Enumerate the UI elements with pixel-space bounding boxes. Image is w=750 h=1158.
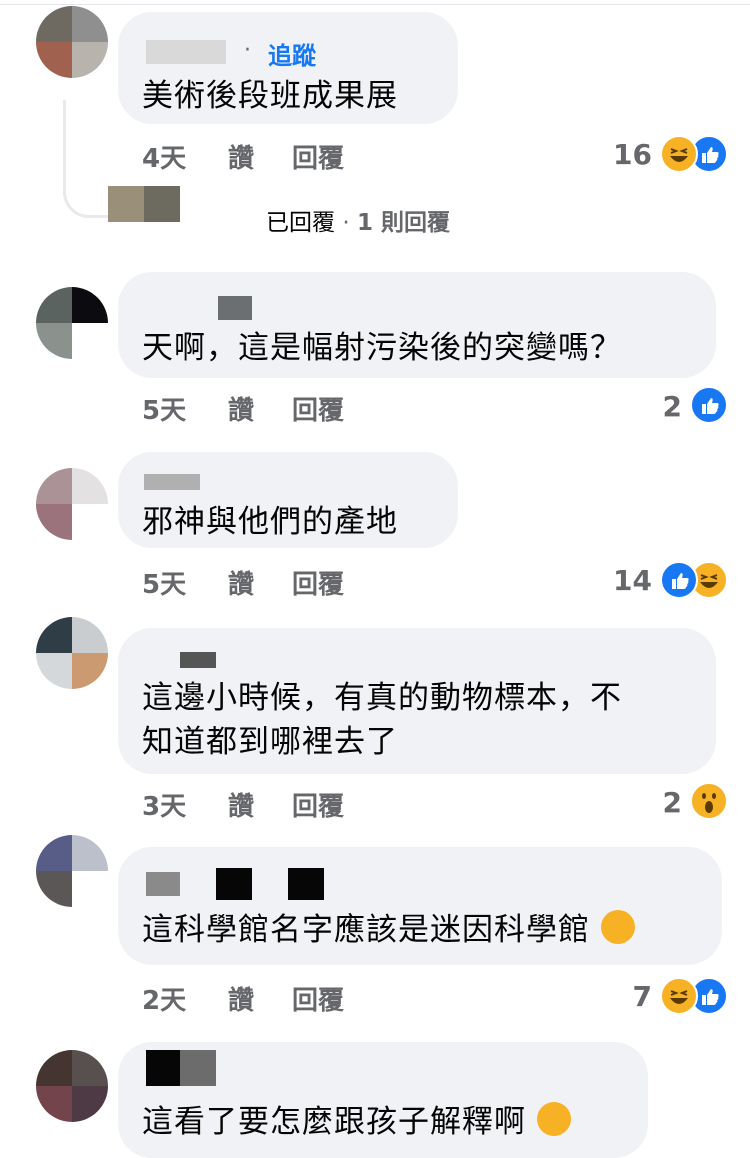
wow-icon	[690, 782, 728, 820]
author-name-redacted[interactable]	[180, 652, 216, 668]
author-name-redacted[interactable]	[146, 872, 180, 896]
reply-summary[interactable]: 已回覆 · 1 則回覆	[266, 203, 450, 237]
reply-button[interactable]: 回覆	[292, 980, 344, 1017]
comment-time[interactable]: 2天	[142, 980, 186, 1017]
reply-avatar[interactable]	[108, 186, 180, 222]
reply-count-label: 1 則回覆	[356, 210, 450, 236]
comment-time[interactable]: 5天	[142, 564, 186, 601]
haha-icon	[660, 135, 698, 173]
avatar[interactable]	[36, 287, 108, 359]
comment-time[interactable]: 5天	[142, 390, 186, 427]
haha-icon	[660, 977, 698, 1015]
reply-button[interactable]: 回覆	[292, 564, 344, 601]
comment-text: 邪神與他們的產地	[142, 504, 398, 540]
like-button[interactable]: 讚	[228, 138, 254, 175]
like-button[interactable]: 讚	[228, 786, 254, 823]
author-name-redacted[interactable]	[218, 296, 252, 320]
reply-button[interactable]: 回覆	[292, 138, 344, 175]
avatar[interactable]	[36, 468, 108, 540]
reply-button[interactable]: 回覆	[292, 786, 344, 823]
author-name-redacted[interactable]	[180, 1050, 216, 1086]
author-name-redacted[interactable]	[216, 868, 252, 900]
reaction-count[interactable]: 16	[600, 138, 652, 171]
comment-text: 天啊，這是幅射污染後的突變嗎？	[142, 330, 622, 366]
like-icon	[690, 386, 728, 424]
name-separator: ·	[244, 38, 251, 63]
comment-text-content: 這科學館名字應該是迷因科學館	[142, 912, 590, 948]
comment-text: 這看了要怎麼跟孩子解釋啊	[142, 1097, 576, 1144]
top-divider	[0, 4, 750, 5]
comment-time[interactable]: 3天	[142, 786, 186, 823]
reaction-count[interactable]: 2	[630, 390, 682, 423]
comment-text-line-1: 這邊小時候，有真的動物標本，不	[142, 680, 622, 716]
like-button[interactable]: 讚	[228, 390, 254, 427]
comment-text: 這科學館名字應該是迷因科學館	[142, 908, 635, 952]
comment-time[interactable]: 4天	[142, 138, 186, 175]
replied-label: 已回覆	[266, 210, 335, 236]
reaction-count[interactable]: 7	[600, 980, 652, 1013]
comment-text-line-2: 知道都到哪裡去了	[142, 724, 398, 760]
author-name-redacted[interactable]	[146, 40, 226, 64]
reaction-count[interactable]: 14	[600, 564, 652, 597]
author-name-redacted[interactable]	[144, 474, 200, 490]
avatar[interactable]	[36, 617, 108, 689]
author-name-redacted[interactable]	[146, 1050, 180, 1086]
author-name-redacted[interactable]	[288, 868, 324, 900]
cry-laugh-emoji	[600, 910, 635, 944]
comment-text: 美術後段班成果展	[142, 78, 398, 114]
avatar[interactable]	[36, 6, 108, 78]
like-button[interactable]: 讚	[228, 564, 254, 601]
reply-button[interactable]: 回覆	[292, 390, 344, 427]
reaction-count[interactable]: 2	[630, 786, 682, 819]
like-icon	[660, 561, 698, 599]
rofl-emoji	[532, 1097, 576, 1141]
like-button[interactable]: 讚	[228, 980, 254, 1017]
reply-summary-separator: ·	[342, 210, 350, 236]
avatar[interactable]	[36, 1050, 108, 1122]
comment-text-content: 這看了要怎麼跟孩子解釋啊	[142, 1104, 526, 1140]
follow-link[interactable]: 追蹤	[268, 36, 316, 71]
avatar[interactable]	[36, 835, 108, 907]
